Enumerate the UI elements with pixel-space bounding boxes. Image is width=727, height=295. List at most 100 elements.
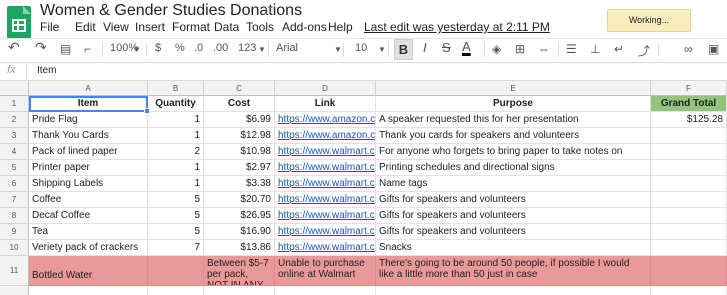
- row-header[interactable]: 10: [0, 240, 29, 256]
- horizontal-align-icon[interactable]: ☰: [566, 42, 577, 56]
- text-rotation-icon[interactable]: ⤴: [638, 42, 650, 59]
- cell-c4[interactable]: $10.98: [204, 144, 275, 160]
- cell-f4[interactable]: [651, 144, 727, 160]
- cell-d11[interactable]: Unable to purchase online at Walmart: [275, 256, 376, 286]
- column-header-f[interactable]: F: [651, 81, 727, 96]
- select-all-corner[interactable]: [0, 81, 29, 96]
- menu-addons[interactable]: Add-ons: [282, 20, 327, 34]
- bold-button[interactable]: B: [394, 39, 413, 60]
- cell-e10[interactable]: Snacks: [376, 240, 651, 256]
- cell-e9[interactable]: Gifts for speakers and volunteers: [376, 224, 651, 240]
- text-color-button[interactable]: A: [462, 39, 471, 54]
- row-header[interactable]: 9: [0, 224, 29, 240]
- row-header[interactable]: 7: [0, 192, 29, 208]
- cell-e7[interactable]: Gifts for speakers and volunteers: [376, 192, 651, 208]
- cell-b4[interactable]: 2: [148, 144, 204, 160]
- column-header-c[interactable]: C: [204, 81, 275, 96]
- row-header[interactable]: 6: [0, 176, 29, 192]
- cell-c1[interactable]: Cost: [204, 96, 275, 112]
- cell-f1[interactable]: Grand Total: [651, 96, 727, 112]
- empty-cell[interactable]: [651, 286, 727, 295]
- text-wrap-icon[interactable]: ↵: [614, 42, 624, 56]
- cell-b1[interactable]: Quantity: [148, 96, 204, 112]
- cell-a2[interactable]: Pride Flag: [29, 112, 148, 128]
- cell-a10[interactable]: Veriety pack of crackers: [29, 240, 148, 256]
- percent-format-button[interactable]: %: [175, 42, 185, 54]
- cell-a7[interactable]: Coffee: [29, 192, 148, 208]
- menu-file[interactable]: File: [40, 20, 59, 34]
- menu-format[interactable]: Format: [172, 20, 210, 34]
- cell-a5[interactable]: Printer paper: [29, 160, 148, 176]
- cell-a11[interactable]: Bottled Water: [29, 256, 148, 286]
- cell-f3[interactable]: [651, 128, 727, 144]
- more-formats-button[interactable]: 123: [238, 42, 256, 54]
- cell-c9[interactable]: $16.90: [204, 224, 275, 240]
- cell-d10[interactable]: https://www.walmart.com: [275, 240, 376, 256]
- cell-c3[interactable]: $12.98: [204, 128, 275, 144]
- cell-a6[interactable]: Shipping Labels: [29, 176, 148, 192]
- cell-a4[interactable]: Pack of lined paper: [29, 144, 148, 160]
- menu-help[interactable]: Help: [328, 20, 353, 34]
- cell-d9[interactable]: https://www.walmart.com: [275, 224, 376, 240]
- cell-e5[interactable]: Printing schedules and directional signs: [376, 160, 651, 176]
- cell-a9[interactable]: Tea: [29, 224, 148, 240]
- column-header-a[interactable]: A: [29, 81, 148, 96]
- row-header[interactable]: 11: [0, 256, 29, 286]
- cell-e2[interactable]: A speaker requested this for her present…: [376, 112, 651, 128]
- cell-d1[interactable]: Link: [275, 96, 376, 112]
- cell-f2[interactable]: $125.28: [651, 112, 727, 128]
- menu-data[interactable]: Data: [214, 20, 239, 34]
- cell-d3[interactable]: https://www.amazon.com: [275, 128, 376, 144]
- cell-c11[interactable]: Between $5-7 per pack, NOT IN ANY TOTAL: [204, 256, 275, 286]
- row-header[interactable]: 5: [0, 160, 29, 176]
- empty-cell[interactable]: [275, 286, 376, 295]
- cell-b10[interactable]: 7: [148, 240, 204, 256]
- cell-b3[interactable]: 1: [148, 128, 204, 144]
- redo-icon[interactable]: ↷: [35, 39, 47, 56]
- increase-decimals-button[interactable]: .00: [213, 42, 228, 54]
- font-size-select[interactable]: 10: [355, 42, 367, 54]
- cell-f11[interactable]: [651, 256, 727, 286]
- cell-b7[interactable]: 5: [148, 192, 204, 208]
- cell-b8[interactable]: 5: [148, 208, 204, 224]
- cell-f5[interactable]: [651, 160, 727, 176]
- fill-handle[interactable]: [144, 108, 150, 114]
- formula-input[interactable]: Item: [37, 65, 56, 76]
- borders-icon[interactable]: ⊞: [515, 42, 525, 56]
- cell-c2[interactable]: $6.99: [204, 112, 275, 128]
- menu-view[interactable]: View: [103, 20, 129, 34]
- row-header[interactable]: 2: [0, 112, 29, 128]
- menu-tools[interactable]: Tools: [246, 20, 274, 34]
- strikethrough-button[interactable]: S: [442, 40, 451, 55]
- row-header[interactable]: 4: [0, 144, 29, 160]
- merge-cells-icon[interactable]: ⇔: [538, 42, 550, 56]
- empty-cell[interactable]: [204, 286, 275, 295]
- column-header-d[interactable]: D: [275, 81, 376, 96]
- font-select[interactable]: Arial: [276, 42, 298, 54]
- insert-comment-icon[interactable]: ▣: [708, 42, 719, 56]
- cell-f6[interactable]: [651, 176, 727, 192]
- cell-c8[interactable]: $26.95: [204, 208, 275, 224]
- cell-d4[interactable]: https://www.walmart.com: [275, 144, 376, 160]
- column-header-b[interactable]: B: [148, 81, 204, 96]
- cell-e8[interactable]: Gifts for speakers and volunteers: [376, 208, 651, 224]
- cell-c10[interactable]: $13.86: [204, 240, 275, 256]
- menu-edit[interactable]: Edit: [75, 20, 96, 34]
- cell-d2[interactable]: https://www.amazon.com: [275, 112, 376, 128]
- italic-button[interactable]: I: [423, 40, 427, 55]
- row-header[interactable]: 1: [0, 96, 29, 112]
- cell-d5[interactable]: https://www.walmart.com: [275, 160, 376, 176]
- cell-f10[interactable]: [651, 240, 727, 256]
- cell-b6[interactable]: 1: [148, 176, 204, 192]
- print-icon[interactable]: ▤: [60, 42, 71, 56]
- empty-cell[interactable]: [148, 286, 204, 295]
- fill-color-icon[interactable]: ◈: [492, 42, 501, 56]
- cell-c7[interactable]: $20.70: [204, 192, 275, 208]
- cell-d8[interactable]: https://www.walmart.com: [275, 208, 376, 224]
- column-header-e[interactable]: E: [376, 81, 651, 96]
- cell-e6[interactable]: Name tags: [376, 176, 651, 192]
- cell-c6[interactable]: $3.38: [204, 176, 275, 192]
- empty-cell[interactable]: [376, 286, 651, 295]
- row-header[interactable]: [0, 286, 29, 295]
- last-edit-link[interactable]: Last edit was yesterday at 2:11 PM: [364, 20, 550, 34]
